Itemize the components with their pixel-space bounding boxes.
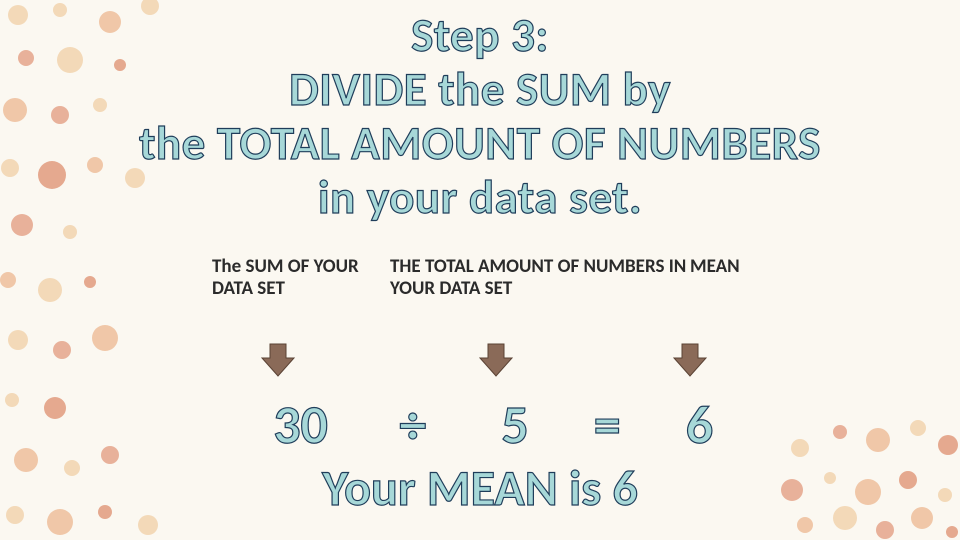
title-line-2: DIVIDE the SUM by: [0, 62, 960, 116]
equation-val2: 5: [475, 392, 555, 458]
equation-op-divide: ÷: [363, 392, 463, 458]
slide-content: Step 3: DIVIDE the SUM by the TOTAL AMOU…: [0, 0, 960, 540]
label-total: THE TOTAL AMOUNT OF NUMBERS IN YOUR DATA…: [390, 256, 690, 300]
down-arrow-icon: [476, 340, 516, 380]
label-sum: The SUM OF YOUR DATA SET: [212, 256, 372, 300]
title-line-1: Step 3:: [0, 8, 960, 62]
label-mean: MEAN: [690, 256, 740, 278]
equation-val1: 30: [251, 392, 351, 458]
title-line-3: the TOTAL AMOUNT OF NUMBERS: [0, 116, 960, 170]
down-arrow-icon: [258, 340, 298, 380]
title-line-4: in your data set.: [0, 170, 960, 224]
equation-op-equals: =: [567, 392, 647, 458]
conclusion-text: Your MEAN is 6: [0, 458, 960, 519]
equation-row: 30 ÷ 5 = 6: [0, 392, 960, 458]
slide-title: Step 3: DIVIDE the SUM by the TOTAL AMOU…: [0, 0, 960, 224]
equation-result: 6: [659, 392, 739, 458]
down-arrow-icon: [670, 340, 710, 380]
